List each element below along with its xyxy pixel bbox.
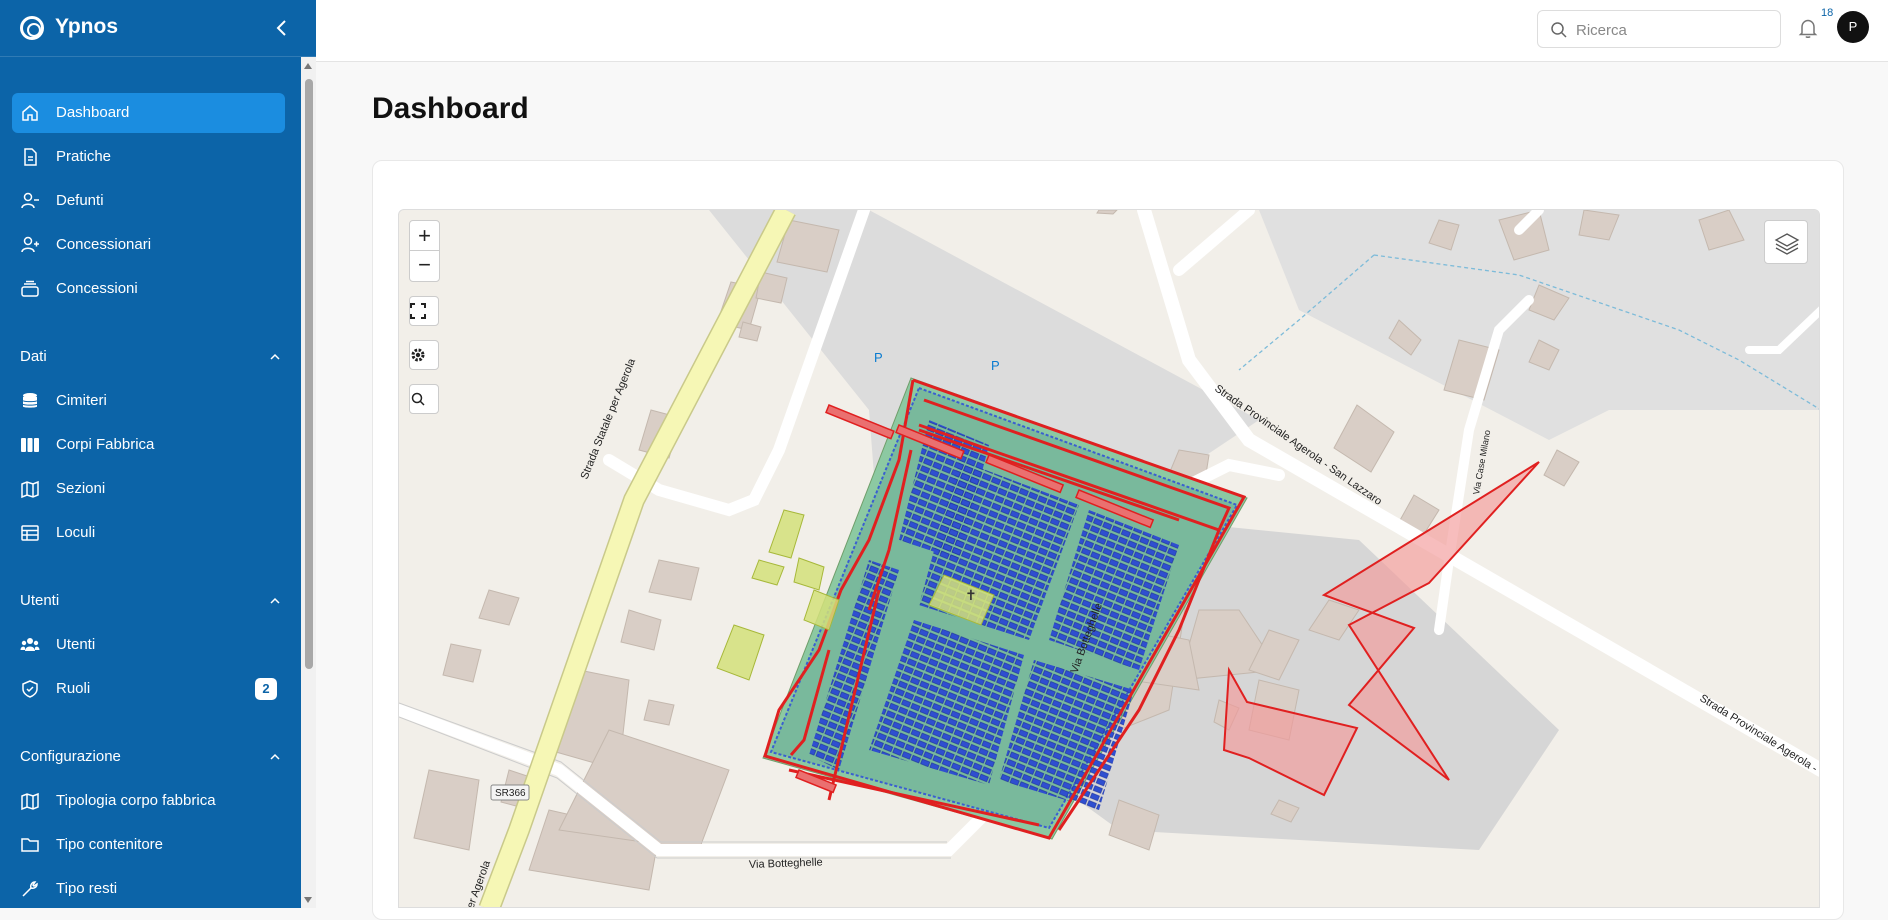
road-label: Via Case Milano — [1471, 429, 1492, 495]
nav-item-concessionari[interactable]: Concessionari — [12, 225, 285, 265]
sidebar-nav: Dashboard Pratiche Defunti Concessionari… — [0, 57, 316, 908]
nav-item-defunti[interactable]: Defunti — [12, 181, 285, 221]
road-label: Via Botteghelle — [749, 856, 823, 871]
nav-item-label: Loculi — [56, 524, 96, 541]
nav-item-label: Ruoli — [56, 680, 91, 697]
stack-icon — [21, 280, 39, 297]
shield-icon — [22, 680, 38, 698]
map-icon — [21, 792, 39, 811]
parking-marker: P — [874, 350, 883, 365]
fullscreen-button[interactable] — [409, 296, 439, 326]
nav-item-label: Sezioni — [56, 480, 106, 497]
chevron-up-icon — [270, 597, 280, 604]
map-icon — [21, 480, 39, 499]
section-title: Configurazione — [20, 748, 121, 765]
nav-item-tipologia-corpo-fabbrica[interactable]: Tipologia corpo fabbrica — [12, 781, 285, 821]
nav-item-tipo-resti[interactable]: Tipo resti — [12, 869, 285, 908]
nav-item-label: Corpi Fabbrica — [56, 436, 155, 453]
road-shield-label: SR366 — [495, 788, 526, 799]
bell-icon[interactable] — [1797, 17, 1819, 39]
sidebar: Ypnos Dashboard Pratiche Defunti Concess… — [0, 0, 316, 908]
scroll-up-arrow-icon[interactable] — [304, 63, 312, 69]
map-canvas[interactable]: ✝ P P Strada Statale per Agerola Strada … — [399, 210, 1820, 908]
document-icon — [24, 148, 37, 166]
app-name: Ypnos — [55, 15, 119, 38]
search-input[interactable] — [1576, 19, 1776, 41]
nav-item-label: Dashboard — [56, 104, 130, 121]
gear-icon — [411, 348, 425, 362]
search-icon — [411, 392, 425, 406]
nav-item-sezioni[interactable]: Sezioni — [12, 469, 285, 509]
home-icon — [22, 105, 38, 121]
chevron-up-icon — [270, 353, 280, 360]
sidebar-scrollbar[interactable] — [301, 57, 316, 908]
notification-count: 18 — [1821, 7, 1834, 19]
sidebar-header: Ypnos — [0, 0, 316, 57]
users-icon — [20, 638, 40, 651]
columns-icon — [21, 438, 39, 452]
database-icon — [22, 393, 38, 408]
nav-item-label: Defunti — [56, 192, 104, 209]
layers-button[interactable] — [1764, 220, 1808, 264]
search-box[interactable] — [1537, 10, 1781, 48]
chevron-up-icon — [270, 753, 280, 760]
page-title: Dashboard — [372, 92, 529, 125]
search-icon — [1551, 22, 1567, 38]
nav-item-label: Concessionari — [56, 236, 152, 253]
nav-item-label: Pratiche — [56, 148, 112, 165]
nav-item-label: Concessioni — [56, 280, 138, 297]
cemetery-map[interactable]: ✝ P P Strada Statale per Agerola Strada … — [398, 209, 1820, 908]
nav-item-cimiteri[interactable]: Cimiteri — [12, 381, 285, 421]
nav-item-label: Tipo contenitore — [56, 836, 164, 853]
nav-item-pratiche[interactable]: Pratiche — [12, 137, 285, 177]
logo-icon — [20, 16, 44, 40]
section-header-utenti[interactable]: Utenti — [20, 592, 282, 612]
layers-icon — [1774, 233, 1800, 255]
scroll-down-arrow-icon[interactable] — [304, 897, 312, 903]
section-title: Dati — [20, 348, 47, 365]
fullscreen-icon — [410, 303, 426, 319]
section-header-dati[interactable]: Dati — [20, 348, 282, 368]
wrench-icon — [22, 881, 38, 897]
nav-item-label: Utenti — [56, 636, 96, 653]
nav-item-concessioni[interactable]: Concessioni — [12, 269, 285, 309]
nav-item-dashboard[interactable]: Dashboard — [12, 93, 285, 133]
zoom-in-button[interactable]: + — [410, 221, 439, 251]
table-icon — [21, 525, 39, 541]
nav-item-label: Tipo resti — [56, 880, 118, 897]
nav-item-label: Cimiteri — [56, 392, 107, 409]
cross-icon: ✝ — [965, 588, 977, 604]
parking-marker: P — [991, 358, 1000, 373]
section-header-configurazione[interactable]: Configurazione — [20, 748, 282, 768]
avatar[interactable]: P — [1837, 11, 1869, 43]
user-minus-icon — [21, 192, 39, 209]
zoom-out-button[interactable]: − — [410, 251, 439, 281]
zoom-controls: + − — [409, 220, 440, 282]
folder-icon — [21, 838, 39, 852]
user-plus-icon — [21, 236, 39, 253]
nav-item-label: Tipologia corpo fabbrica — [56, 792, 216, 809]
map-search-button[interactable] — [409, 384, 439, 414]
count-badge: 2 — [255, 678, 277, 700]
nav-item-loculi[interactable]: Loculi — [12, 513, 285, 553]
scrollbar-thumb[interactable] — [305, 79, 313, 669]
collapse-sidebar-button[interactable] — [270, 16, 294, 40]
nav-item-ruoli[interactable]: Ruoli 2 — [12, 669, 285, 709]
road-label: Strada Provinciale Agerola - — [1697, 692, 1819, 775]
nav-item-corpi-fabbrica[interactable]: Corpi Fabbrica — [12, 425, 285, 465]
topbar: 18 P — [316, 0, 1888, 62]
nav-item-tipo-contenitore[interactable]: Tipo contenitore — [12, 825, 285, 865]
settings-button[interactable] — [409, 340, 439, 370]
nav-item-utenti[interactable]: Utenti — [12, 625, 285, 665]
section-title: Utenti — [20, 592, 60, 609]
